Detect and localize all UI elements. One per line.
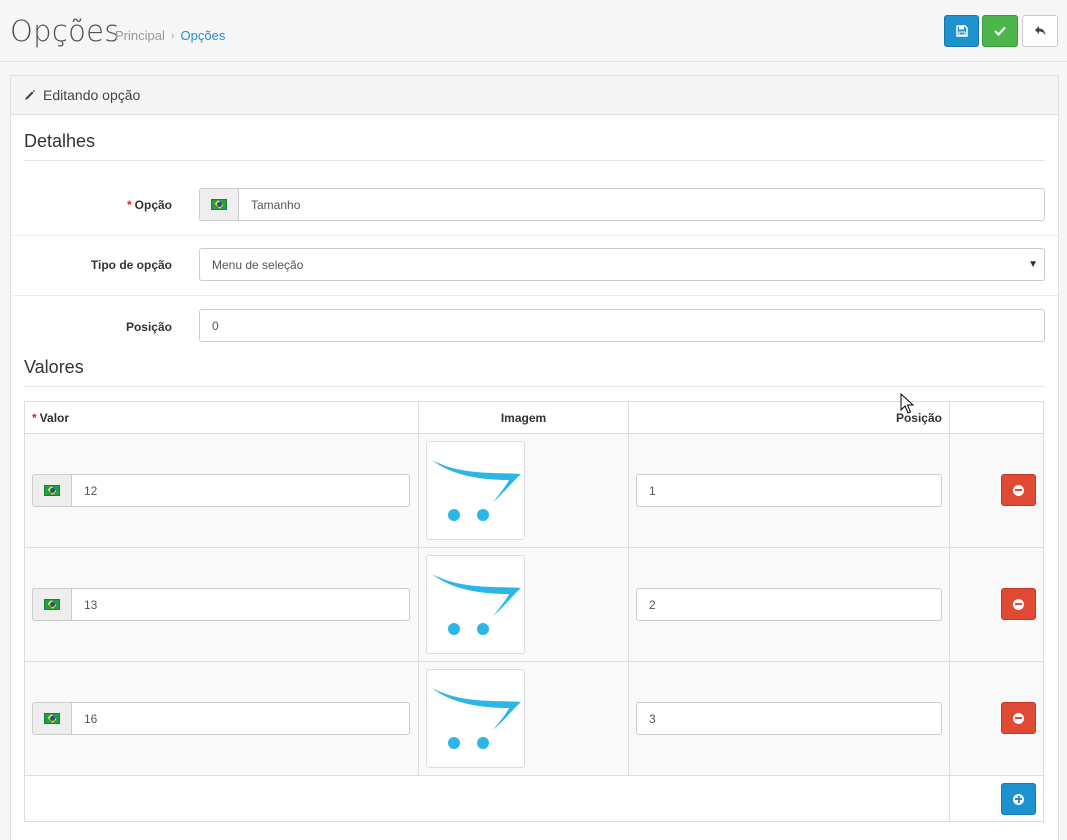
values-table: * Valor Imagem Posição 12 1 13 2 16 3	[24, 401, 1044, 822]
brazil-flag-icon	[44, 485, 60, 496]
pencil-icon	[24, 89, 36, 101]
cart-logo-icon	[432, 574, 521, 635]
table-row: 16 3	[25, 661, 1043, 775]
value-image-thumbnail[interactable]	[426, 669, 525, 768]
option-name-row: * Opção Tamanho	[11, 188, 1058, 235]
cart-logo-icon	[432, 688, 521, 749]
row-divider	[11, 295, 1058, 296]
option-position-input[interactable]: 0	[199, 309, 1045, 342]
plus-circle-icon	[1013, 793, 1024, 805]
edit-panel: Editando opção Detalhes * Opção Tamanho T…	[10, 75, 1059, 840]
breadcrumb-current[interactable]: Opções	[181, 28, 226, 43]
breadcrumb-separator: ›	[170, 29, 175, 42]
brazil-flag-icon	[44, 599, 60, 610]
language-addon	[32, 702, 72, 735]
brazil-flag-icon	[44, 713, 60, 724]
language-addon	[199, 188, 239, 221]
value-position-input[interactable]: 3	[636, 702, 942, 735]
value-name-input[interactable]: 16	[71, 702, 410, 735]
value-position-input[interactable]: 1	[636, 474, 942, 507]
value-image-thumbnail[interactable]	[426, 555, 525, 654]
table-row: 13 2	[25, 547, 1043, 661]
caret-down-icon: ▼	[1028, 259, 1038, 270]
details-legend: Detalhes	[24, 131, 1045, 161]
table-footer-row	[25, 775, 1043, 821]
value-position-input[interactable]: 2	[636, 588, 942, 621]
apply-button[interactable]	[982, 15, 1018, 47]
breadcrumb: Principal › Opções	[115, 28, 225, 43]
option-type-row: Tipo de opção Menu de seleção ▼	[11, 248, 1058, 295]
required-mark: *	[126, 198, 132, 212]
option-name-label: * Opção	[126, 198, 172, 212]
cart-logo-icon	[432, 460, 521, 521]
minus-circle-icon	[1013, 598, 1024, 610]
reply-arrow-icon	[1034, 26, 1045, 36]
panel-heading: Editando opção	[11, 76, 1058, 115]
page-title: Opções	[10, 14, 120, 48]
option-type-value: Menu de seleção	[212, 257, 304, 272]
language-addon	[32, 474, 72, 507]
option-type-select[interactable]: Menu de seleção ▼	[199, 248, 1045, 281]
page-header: Opções Principal › Opções	[0, 0, 1067, 62]
minus-circle-icon	[1013, 712, 1024, 724]
option-position-label: Posição	[125, 320, 172, 334]
check-icon	[994, 26, 1006, 36]
table-row: 12 1	[25, 433, 1043, 547]
value-image-thumbnail[interactable]	[426, 441, 525, 540]
row-divider	[11, 235, 1058, 236]
value-name-input[interactable]: 12	[71, 474, 410, 507]
save-button[interactable]	[944, 15, 979, 47]
floppy-disk-icon	[955, 25, 968, 37]
remove-value-button[interactable]	[1001, 588, 1036, 620]
mouse-cursor-icon	[900, 393, 914, 414]
option-name-input[interactable]: Tamanho	[238, 188, 1045, 221]
minus-circle-icon	[1013, 484, 1024, 496]
values-legend: Valores	[24, 357, 1045, 387]
value-name-input[interactable]: 13	[71, 588, 410, 621]
remove-value-button[interactable]	[1001, 702, 1036, 734]
column-header-value: * Valor	[25, 402, 419, 433]
option-position-row: Posição 0	[11, 309, 1058, 349]
column-header-image: Imagem	[419, 402, 629, 433]
language-addon	[32, 588, 72, 621]
brazil-flag-icon	[211, 199, 227, 210]
panel-heading-text: Editando opção	[43, 87, 141, 103]
remove-value-button[interactable]	[1001, 474, 1036, 506]
column-header-actions	[950, 402, 1043, 433]
add-value-button[interactable]	[1001, 783, 1036, 815]
option-type-label: Tipo de opção	[90, 258, 172, 272]
back-button[interactable]	[1022, 15, 1058, 47]
breadcrumb-home[interactable]: Principal	[115, 28, 165, 43]
